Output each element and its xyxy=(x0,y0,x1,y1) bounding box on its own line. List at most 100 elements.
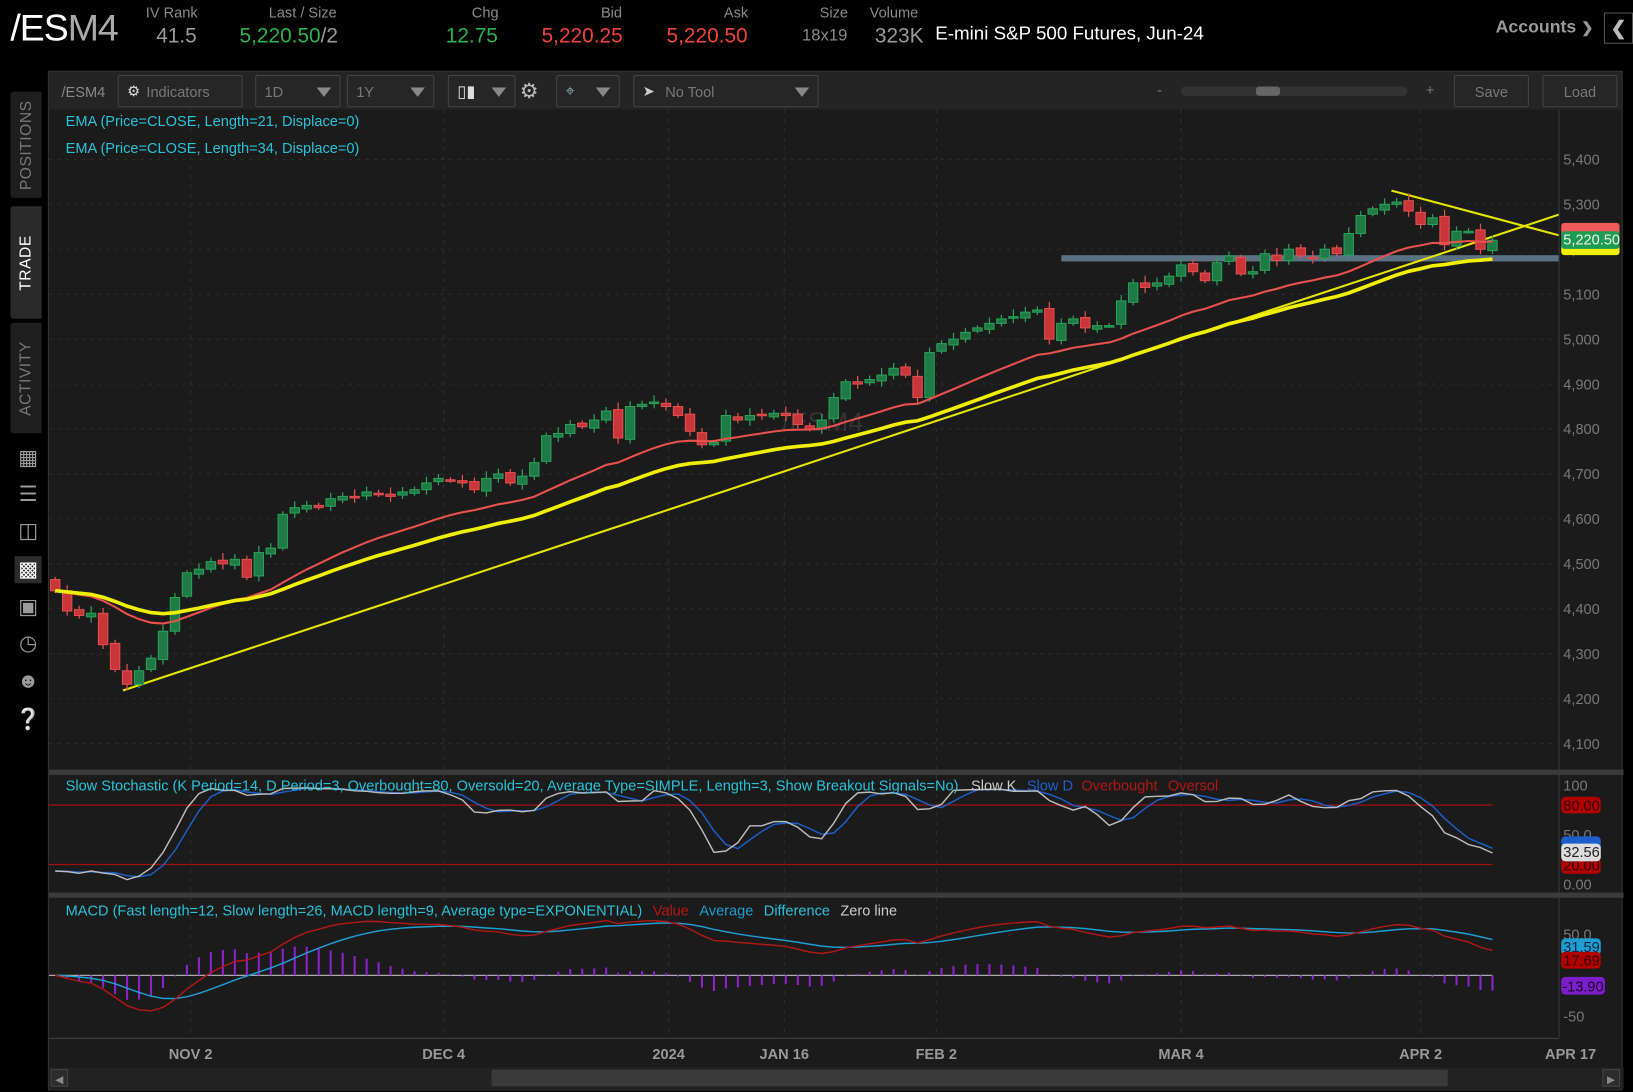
candle-up xyxy=(541,435,552,462)
sidebar-tab-trade[interactable]: TRADE xyxy=(10,206,42,319)
candle-up xyxy=(133,670,145,685)
candle-up xyxy=(972,327,983,332)
sidebar-tab-positions[interactable]: POSITIONS xyxy=(10,91,42,198)
ema21-study-label[interactable]: EMA (Price=CLOSE, Length=21, Displace=0) xyxy=(66,114,360,130)
ema34-study-label[interactable]: EMA (Price=CLOSE, Length=34, Displace=0) xyxy=(66,141,360,157)
candle-up xyxy=(1355,215,1366,235)
candle-down xyxy=(1439,215,1450,246)
volume-label: Volume xyxy=(869,4,919,21)
symbol-title: /ESM4 xyxy=(10,6,118,50)
candle-up xyxy=(145,657,157,670)
sidebar-tab-activity[interactable]: ACTIVITY xyxy=(10,322,42,434)
candle-up xyxy=(493,473,504,479)
candle-up xyxy=(265,547,276,555)
scroll-right-icon: ▶ xyxy=(1607,1075,1615,1086)
overbought-tag-text: 80.00 xyxy=(1563,798,1599,814)
price-tick-label: 4,200 xyxy=(1563,692,1599,708)
symbol-root: /ES xyxy=(10,6,68,49)
candle-down xyxy=(109,642,121,670)
last-price-tag-text: 5,220.50 xyxy=(1563,233,1620,249)
date-tick-label: JAN 16 xyxy=(760,1047,809,1063)
candles xyxy=(49,193,1498,690)
candle-up xyxy=(936,343,947,352)
candle-up xyxy=(397,491,408,496)
collapse-panel-button[interactable]: ❮ xyxy=(1603,12,1633,44)
price-tick-label: 4,600 xyxy=(1563,512,1599,528)
price-tick-label: 5,400 xyxy=(1563,153,1599,169)
candle-up xyxy=(1127,282,1139,303)
rising-trendline[interactable] xyxy=(122,213,1560,692)
candle-up xyxy=(1115,300,1127,325)
people-icon[interactable]: ☻ xyxy=(15,668,42,695)
candle-down xyxy=(792,413,803,426)
iv-rank-value: 41.5 xyxy=(156,24,197,48)
volume-value: 323K xyxy=(874,24,924,48)
stoch-tick-label: 0.00 xyxy=(1563,877,1591,893)
ema21-line xyxy=(55,239,1493,625)
accounts-label: Accounts xyxy=(1495,16,1577,37)
price-tick-label: 5,100 xyxy=(1563,287,1599,303)
candle-down xyxy=(672,406,684,417)
candle-up xyxy=(1163,275,1175,285)
date-tick-label: MAR 4 xyxy=(1158,1047,1204,1063)
candle-up xyxy=(1020,311,1031,319)
date-tick-label: FEB 2 xyxy=(916,1047,957,1063)
pane-splitter[interactable] xyxy=(48,892,1624,898)
candle-up xyxy=(876,374,887,382)
candle-down xyxy=(780,412,792,417)
candle-down xyxy=(900,366,911,376)
candle-up xyxy=(960,331,971,340)
candle-up xyxy=(1343,232,1354,256)
calculator-icon[interactable]: ▦ xyxy=(15,445,42,472)
accounts-menu[interactable]: Accounts ❯ xyxy=(1496,17,1594,38)
candle-down xyxy=(313,504,324,509)
candle-down xyxy=(385,493,396,497)
chart-canvas[interactable]: /ESM4 EMA (Price=CLOSE, Length=21, Displ… xyxy=(48,72,1624,1092)
candle-up xyxy=(421,482,432,491)
list-icon[interactable]: ☰ xyxy=(15,481,42,508)
price-tick-label: 5,300 xyxy=(1563,197,1599,213)
candle-down xyxy=(1307,256,1319,260)
candle-down xyxy=(660,402,672,408)
macd-study-header[interactable]: MACD (Fast length=12, Slow length=26, MA… xyxy=(66,903,898,919)
clock-icon[interactable]: ◷ xyxy=(15,630,42,657)
candle-up xyxy=(1032,309,1043,313)
slow-d-line xyxy=(55,787,1493,878)
candle-up xyxy=(996,318,1007,324)
macd-study-label: MACD (Fast length=12, Slow length=26, MA… xyxy=(66,903,643,919)
candle-up xyxy=(624,406,636,440)
scroll-left-icon: ◀ xyxy=(55,1075,63,1086)
last-size-value: 5,220.50/2 xyxy=(240,25,338,49)
candle-up xyxy=(277,513,288,549)
candle-up xyxy=(409,489,420,494)
pane-splitter[interactable] xyxy=(48,769,1624,775)
size-label: Size xyxy=(819,4,849,21)
candle-down xyxy=(684,413,696,432)
candle-down xyxy=(1295,247,1307,257)
scrollbar-thumb[interactable] xyxy=(491,1069,1448,1087)
candle-up xyxy=(768,412,780,418)
candle-up xyxy=(517,475,528,485)
candle-down xyxy=(1187,263,1199,273)
candle-up xyxy=(1379,203,1390,211)
candle-down xyxy=(1271,254,1283,261)
legend-slow-d: Slow D xyxy=(1027,778,1073,794)
candle-down xyxy=(1415,211,1426,226)
candle-down xyxy=(73,609,85,617)
candle-up xyxy=(636,403,648,408)
tv-icon[interactable]: ◫ xyxy=(15,518,42,545)
candle-down xyxy=(576,422,588,428)
candle-up xyxy=(193,568,205,575)
price-tick-label: 4,700 xyxy=(1563,467,1599,483)
candle-up xyxy=(828,397,839,420)
sidebar: POSITIONS TRADE ACTIVITY ▦ ☰ ◫ ▩ ▣ ◷ ☻ ❔ xyxy=(0,70,48,1091)
help-icon[interactable]: ❔ xyxy=(15,706,42,733)
legend-oversold: Oversol xyxy=(1168,778,1218,794)
stochastic-study-header[interactable]: Slow Stochastic (K Period=14, D Period=3… xyxy=(66,778,1219,794)
legend-zero-line: Zero line xyxy=(840,903,897,919)
date-tick-label: 2024 xyxy=(652,1047,685,1063)
candle-up xyxy=(888,367,899,376)
grid-icon[interactable]: ▣ xyxy=(15,594,42,621)
ema34-line xyxy=(55,257,1493,616)
chart-icon[interactable]: ▩ xyxy=(14,556,42,584)
